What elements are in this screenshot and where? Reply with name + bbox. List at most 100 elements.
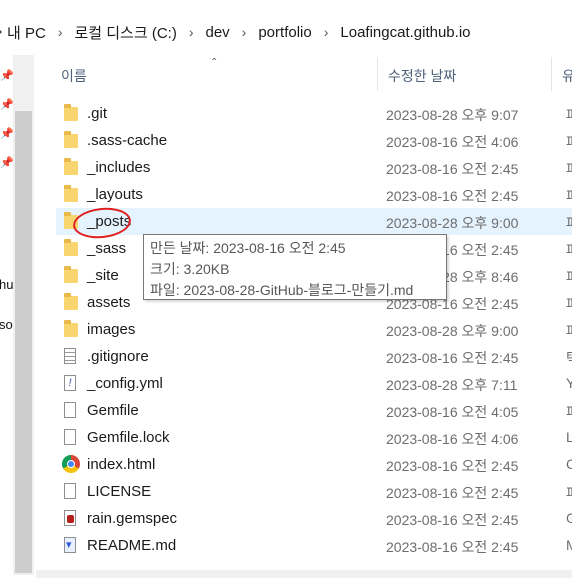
- file-name[interactable]: _layouts: [87, 186, 143, 203]
- breadcrumb-lead-chevron-icon[interactable]: ›: [0, 23, 7, 41]
- file-date-modified: 2023-08-28 오후 9:00: [386, 323, 519, 339]
- breadcrumb-separator-icon[interactable]: ›: [242, 24, 247, 40]
- file-name[interactable]: Gemfile: [87, 402, 139, 419]
- file-type: 파: [566, 186, 572, 206]
- file-type: 파: [566, 321, 572, 341]
- file-name[interactable]: _config.yml: [87, 375, 163, 392]
- column-divider[interactable]: [551, 57, 552, 91]
- file-row[interactable]: rain.gemspec 2023-08-16 오전 2:45 G: [56, 505, 572, 532]
- file-date-modified: 2023-08-16 오전 2:45: [386, 161, 519, 177]
- file-name[interactable]: images: [87, 321, 135, 338]
- file-name[interactable]: .gitignore: [87, 348, 149, 365]
- file-date-modified: 2023-08-16 오전 2:45: [386, 512, 519, 528]
- file-row[interactable]: ! _config.yml 2023-08-28 오후 7:11 Y: [56, 370, 572, 397]
- file-date-modified: 2023-08-16 오전 2:45: [386, 485, 519, 501]
- file-row[interactable]: Gemfile.lock 2023-08-16 오전 4:06 L: [56, 424, 572, 451]
- chrome-icon: [62, 455, 80, 473]
- column-header-name[interactable]: 이름: [61, 66, 87, 86]
- breadcrumb-dev[interactable]: dev: [205, 24, 229, 41]
- file-name[interactable]: .sass-cache: [87, 132, 167, 149]
- pin-icon[interactable]: 📌: [0, 98, 14, 111]
- column-divider[interactable]: [377, 57, 378, 91]
- tooltip-size: 크기: 3.20KB: [150, 261, 230, 277]
- file-row[interactable]: _posts2023-08-28 오후 9:00파: [56, 208, 572, 235]
- folder-icon: [64, 158, 80, 176]
- nav-item-partial[interactable]: so: [0, 317, 13, 332]
- file-date-modified: 2023-08-28 오후 9:00: [386, 215, 519, 231]
- file-name[interactable]: _includes: [87, 159, 150, 176]
- file-date-modified: 2023-08-28 오후 7:11: [386, 377, 518, 393]
- doc-icon: [64, 429, 80, 446]
- breadcrumb-separator-icon[interactable]: ›: [58, 24, 63, 40]
- file-date-modified: 2023-08-16 오전 2:45: [386, 350, 519, 366]
- breadcrumb-portfolio[interactable]: portfolio: [258, 24, 311, 41]
- file-row[interactable]: README.md 2023-08-16 오전 2:45 M: [56, 532, 572, 559]
- breadcrumb-separator-icon[interactable]: ›: [189, 24, 194, 40]
- file-name[interactable]: _sass: [87, 240, 126, 257]
- folder-icon: [64, 239, 80, 257]
- address-bar[interactable]: › 내 PC › 로컬 디스크 (C:) › dev › portfolio ›…: [0, 14, 572, 50]
- file-type: M: [566, 537, 572, 553]
- file-type: G: [566, 510, 572, 526]
- file-type: 파: [566, 159, 572, 179]
- file-type: 파: [566, 294, 572, 314]
- file-type: 텍: [566, 348, 572, 368]
- column-header-date-modified[interactable]: 수정한 날짜: [388, 66, 456, 86]
- sort-ascending-icon: ⌃: [210, 57, 219, 68]
- file-name[interactable]: index.html: [87, 456, 155, 473]
- horizontal-scrollbar[interactable]: [36, 570, 572, 578]
- nav-pane-scroll-thumb[interactable]: [15, 111, 32, 573]
- file-row[interactable]: index.html 2023-08-16 오전 2:45 C: [56, 451, 572, 478]
- file-name[interactable]: assets: [87, 294, 130, 311]
- file-type: 파: [566, 132, 572, 152]
- file-date-modified: 2023-08-16 오전 2:45: [386, 188, 519, 204]
- file-type: 파: [566, 240, 572, 260]
- file-row[interactable]: _includes 2023-08-16 오전 2:45 파: [56, 154, 572, 181]
- window-top-edge: [0, 0, 572, 10]
- file-type: L: [566, 429, 572, 445]
- folder-icon: [64, 185, 80, 203]
- breadcrumb-separator-icon[interactable]: ›: [324, 24, 329, 40]
- file-date-modified: 2023-08-16 오전 2:45: [386, 458, 519, 474]
- doc-icon: [64, 483, 80, 500]
- breadcrumb-local-disk[interactable]: 로컬 디스크 (C:): [74, 22, 176, 43]
- column-header-type[interactable]: 유: [562, 66, 572, 86]
- file-row[interactable]: .gitignore 2023-08-16 오전 2:45 텍: [56, 343, 572, 370]
- file-row[interactable]: .sass-cache 2023-08-16 오전 4:06 파: [56, 127, 572, 154]
- file-name[interactable]: .git: [87, 105, 107, 122]
- breadcrumb-this-pc[interactable]: 내 PC: [7, 22, 46, 43]
- file-type: Y: [566, 375, 572, 391]
- folder-icon: [64, 320, 80, 338]
- file-row[interactable]: Gemfile 2023-08-16 오전 4:05 파: [56, 397, 572, 424]
- file-type: 파: [566, 267, 572, 287]
- file-row[interactable]: .git 2023-08-28 오후 9:07 파: [56, 100, 572, 127]
- nav-item-partial[interactable]: hu: [0, 277, 13, 292]
- file-type: C: [566, 456, 572, 472]
- pin-icon[interactable]: 📌: [0, 69, 14, 82]
- file-row[interactable]: images 2023-08-28 오후 9:00 파: [56, 316, 572, 343]
- breadcrumb-current-folder[interactable]: Loafingcat.github.io: [340, 24, 470, 41]
- file-name[interactable]: _site: [87, 267, 119, 284]
- file-date-modified: 2023-08-16 오전 2:45: [386, 539, 519, 555]
- folder-icon: [64, 131, 80, 149]
- md-icon: [64, 537, 80, 554]
- pin-icon[interactable]: 📌: [0, 156, 14, 169]
- file-name[interactable]: Gemfile.lock: [87, 429, 170, 446]
- file-type: 파: [566, 213, 572, 233]
- gem-icon: [64, 510, 80, 527]
- column-header: ⌃ 이름 수정한 날짜 유: [36, 57, 572, 91]
- pin-icon[interactable]: 📌: [0, 127, 14, 140]
- file-name[interactable]: README.md: [87, 537, 176, 554]
- nav-pane-scrollbar[interactable]: [13, 55, 34, 575]
- folder-icon: [64, 293, 80, 311]
- file-name[interactable]: rain.gemspec: [87, 510, 177, 527]
- file-row[interactable]: _layouts 2023-08-16 오전 2:45 파: [56, 181, 572, 208]
- folder-icon: [64, 266, 80, 284]
- file-type: 파: [566, 105, 572, 125]
- file-info-tooltip: 만든 날짜: 2023-08-16 오전 2:45 크기: 3.20KB 파일:…: [143, 234, 447, 300]
- file-row[interactable]: LICENSE 2023-08-16 오전 2:45 파: [56, 478, 572, 505]
- tooltip-files: 파일: 2023-08-28-GitHub-블로그-만들기.md: [150, 282, 414, 298]
- file-name[interactable]: LICENSE: [87, 483, 151, 500]
- file-type: 파: [566, 483, 572, 503]
- file-date-modified: 2023-08-28 오후 9:07: [386, 107, 519, 123]
